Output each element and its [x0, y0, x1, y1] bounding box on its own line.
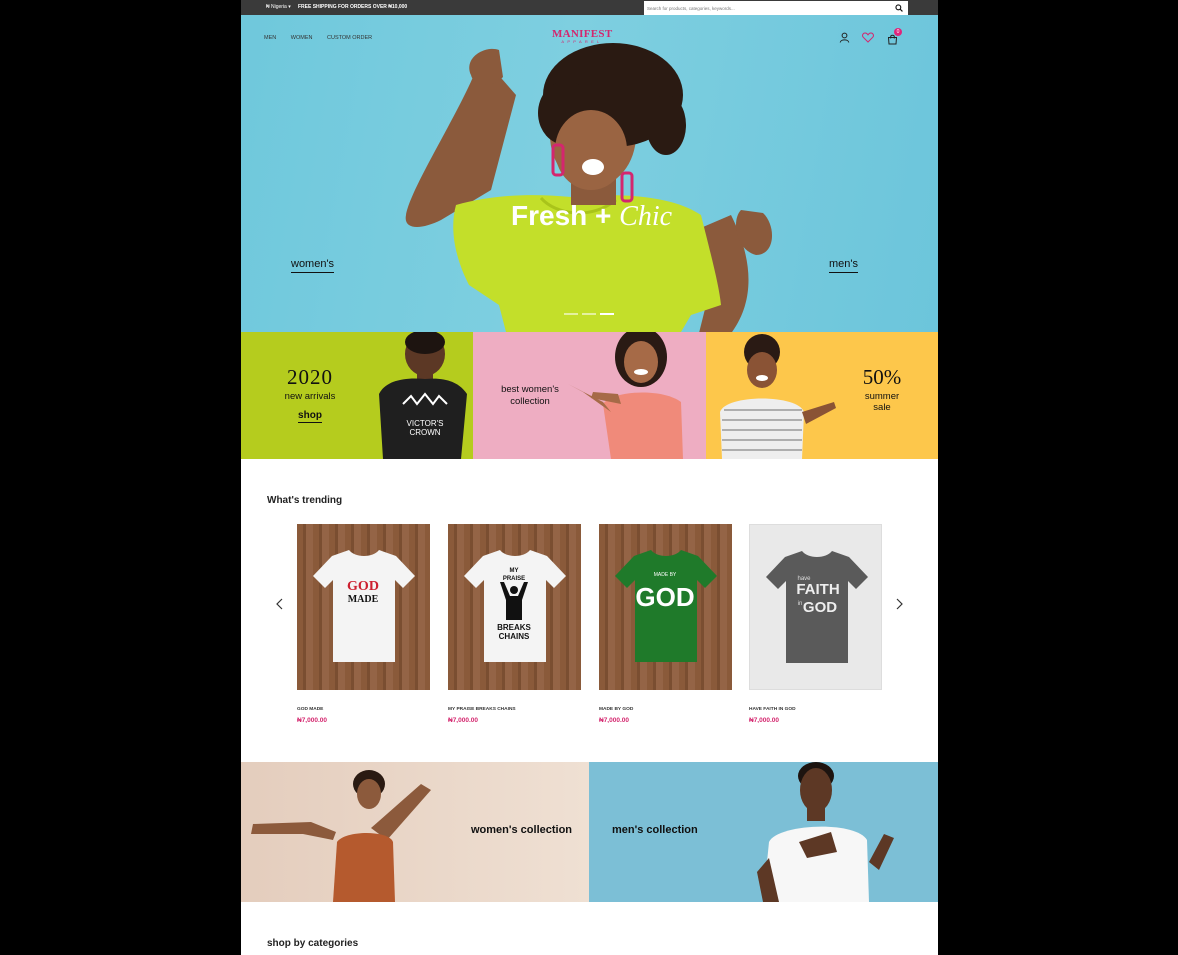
shirt-text: BREAKS: [497, 623, 531, 632]
promo-womens-collection[interactable]: best women's collection: [473, 332, 706, 459]
shop-link[interactable]: shop: [298, 410, 322, 423]
collection-model-image: [757, 762, 894, 902]
collection-model-image: [251, 770, 431, 902]
promo-womens-line2: collection: [510, 396, 550, 407]
product-card[interactable]: GOD MADE GOD MADE ₦7,000.00: [297, 524, 430, 724]
product-price: ₦7,000.00: [749, 717, 779, 724]
promo-discount: 50%: [862, 365, 902, 389]
search-input[interactable]: [644, 1, 884, 15]
shirt-text: PRAISE: [503, 576, 525, 582]
hero-title-bold: Fresh +: [511, 200, 612, 231]
product-card[interactable]: MY PRAISE BREAKS CHAINS MY PRAISE BREAKS…: [448, 524, 581, 724]
womens-collection-banner[interactable]: women's collection: [241, 762, 589, 902]
search-box[interactable]: [644, 1, 908, 15]
cart-count-badge: 0: [894, 28, 902, 36]
hero-model-image: [405, 43, 773, 332]
carousel-prev-icon[interactable]: [275, 598, 285, 610]
product-price: ₦7,000.00: [599, 717, 629, 724]
shirt-text: CROWN: [409, 428, 440, 437]
categories-title: shop by categories: [267, 938, 359, 949]
nav-item-women[interactable]: WOMEN: [291, 35, 313, 41]
slider-dot[interactable]: [582, 313, 596, 315]
brand-logo[interactable]: MANIFEST APPAREL: [552, 28, 612, 44]
mens-collection-label: men's collection: [612, 824, 698, 836]
shirt-text: in: [798, 601, 803, 607]
shipping-notice: FREE SHIPPING FOR ORDERS OVER ₦10,000: [298, 4, 408, 10]
promo-model-image: [720, 334, 836, 459]
product-image[interactable]: MADE BY GOD: [599, 524, 732, 690]
shirt-text: VICTOR'S: [407, 419, 444, 428]
shirt-text: MADE: [348, 594, 379, 605]
shirt-text: MY: [510, 568, 519, 574]
promo-womens-line1: best women's: [501, 384, 559, 395]
hero-title: Fresh + Chic: [511, 200, 672, 233]
nav-item-custom-order[interactable]: CUSTOM ORDER: [327, 35, 372, 41]
slider-dot[interactable]: [564, 313, 578, 315]
trending-title: What's trending: [267, 495, 343, 506]
search-icon[interactable]: [895, 4, 903, 12]
product-price: ₦7,000.00: [448, 717, 478, 724]
promo-new-arrivals-label: new arrivals: [284, 391, 336, 402]
promo-new-arrivals[interactable]: 2020 new arrivals shop VICTOR'S CROWN: [241, 332, 473, 459]
product-name[interactable]: HAVE FAITH IN GOD: [749, 707, 882, 712]
main-nav: MEN WOMEN CUSTOM ORDER: [264, 35, 385, 41]
mens-collection-banner[interactable]: men's collection: [589, 762, 938, 902]
hero-womens-link[interactable]: women's: [291, 258, 335, 273]
product-card[interactable]: MADE BY GOD MADE BY GOD ₦7,000.00: [599, 524, 732, 724]
promo-model-image: VICTOR'S CROWN: [379, 332, 467, 459]
shirt-text: GOD: [635, 582, 694, 612]
page: ₦ Nigeria ▾ FREE SHIPPING FOR ORDERS OVE…: [241, 0, 938, 955]
promo-model-image: [568, 332, 683, 459]
product-image[interactable]: MY PRAISE BREAKS CHAINS: [448, 524, 581, 690]
promo-sale-line2: sale: [873, 402, 891, 413]
shirt-text: FAITH: [796, 581, 839, 598]
cart-button[interactable]: 0: [887, 28, 902, 45]
hero-title-script: Chic: [619, 201, 673, 232]
region-selector[interactable]: ₦ Nigeria ▾: [266, 4, 291, 10]
slider-dot-active[interactable]: [600, 313, 614, 315]
shirt-text: GOD: [803, 599, 837, 616]
shirt-text: MADE BY: [654, 572, 677, 578]
womens-collection-label: women's collection: [471, 824, 573, 836]
product-name[interactable]: GOD MADE: [297, 707, 430, 712]
promo-year: 2020: [287, 365, 333, 389]
user-icon[interactable]: [839, 32, 850, 43]
hero-banner[interactable]: MEN WOMEN CUSTOM ORDER MANIFEST APPAREL …: [241, 15, 938, 332]
promo-summer-sale[interactable]: 50% summer sale: [706, 332, 938, 459]
product-name[interactable]: MY PRAISE BREAKS CHAINS: [448, 707, 581, 712]
product-name[interactable]: MADE BY GOD: [599, 707, 732, 712]
shirt-text: CHAINS: [499, 632, 530, 641]
top-bar: ₦ Nigeria ▾ FREE SHIPPING FOR ORDERS OVE…: [241, 0, 938, 15]
promo-sale-line1: summer: [864, 391, 900, 402]
product-image[interactable]: have FAITH in GOD: [749, 524, 882, 690]
hero-mens-link[interactable]: men's: [829, 258, 858, 273]
shirt-text: GOD: [347, 579, 379, 594]
nav-item-men[interactable]: MEN: [264, 35, 276, 41]
product-price: ₦7,000.00: [297, 717, 327, 724]
product-image[interactable]: GOD MADE: [297, 524, 430, 690]
carousel-next-icon[interactable]: [894, 598, 904, 610]
heart-icon[interactable]: [862, 32, 874, 43]
slider-dots: [564, 313, 618, 331]
product-card[interactable]: have FAITH in GOD HAVE FAITH IN GOD ₦7,0…: [749, 524, 882, 724]
